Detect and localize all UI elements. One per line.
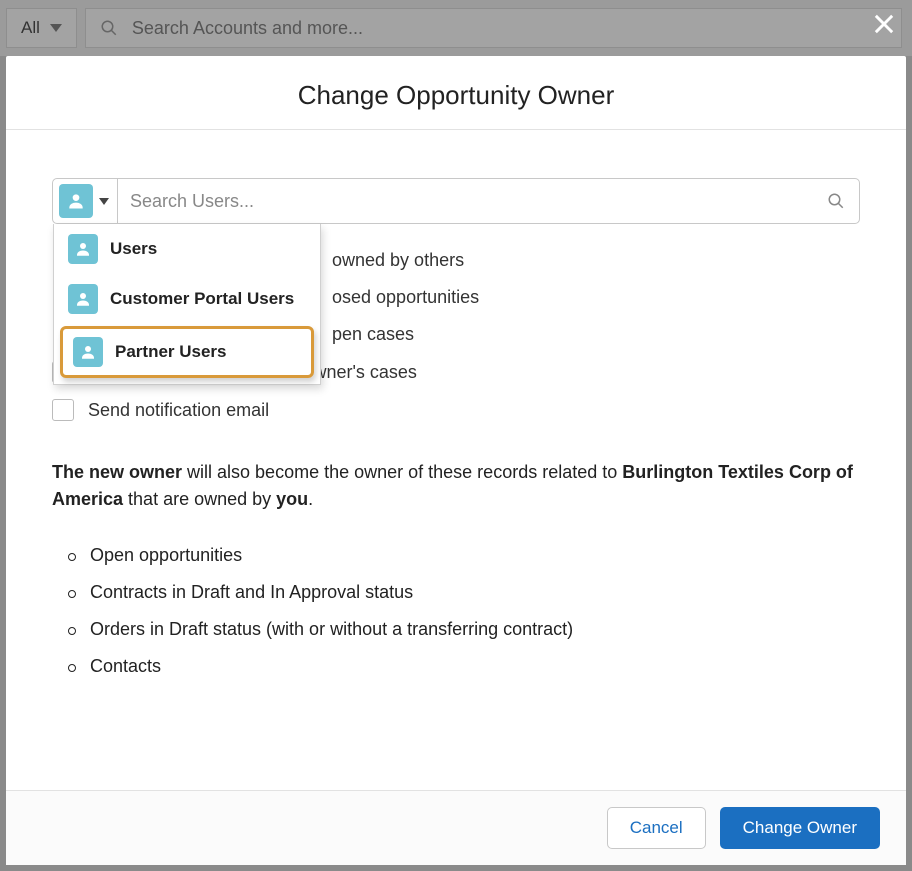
person-icon — [59, 184, 93, 218]
object-filter-dropdown[interactable]: All — [6, 8, 77, 48]
dropdown-item-customer-portal-users[interactable]: Customer Portal Users — [54, 274, 320, 324]
person-icon — [73, 337, 103, 367]
object-filter-label: All — [21, 18, 40, 38]
checkbox-row-notification[interactable]: Send notification email — [52, 391, 860, 429]
checkbox-label: Send notification email — [88, 400, 269, 421]
close-icon[interactable] — [870, 10, 898, 43]
user-type-dropdown: Users Customer Portal Users Partner User… — [53, 224, 321, 385]
cancel-button[interactable]: Cancel — [607, 807, 706, 849]
owner-search-row: Users Customer Portal Users Partner User… — [52, 178, 860, 224]
user-type-picker[interactable] — [53, 179, 118, 223]
desc-mid1: will also become the owner of these reco… — [182, 462, 622, 482]
chevron-down-icon — [50, 24, 62, 32]
dropdown-item-users[interactable]: Users — [54, 224, 320, 274]
dropdown-item-label: Customer Portal Users — [110, 289, 294, 309]
person-icon — [68, 284, 98, 314]
chevron-down-icon — [99, 198, 109, 205]
dropdown-item-partner-users[interactable]: Partner Users — [60, 326, 314, 378]
desc-you: you — [276, 489, 308, 509]
modal-title: Change Opportunity Owner — [6, 56, 906, 130]
modal-footer: Cancel Change Owner — [6, 790, 906, 865]
checkbox-label: pen cases — [332, 324, 414, 345]
person-icon — [68, 234, 98, 264]
search-icon — [100, 19, 118, 37]
list-item: Contacts — [62, 648, 860, 685]
related-records-list: Open opportunities Contracts in Draft an… — [52, 537, 860, 685]
global-header: All Search Accounts and more... — [0, 0, 912, 56]
checkbox[interactable] — [52, 399, 74, 421]
list-item: Contracts in Draft and In Approval statu… — [62, 574, 860, 611]
desc-mid2: that are owned by — [123, 489, 276, 509]
desc-lead: The new owner — [52, 462, 182, 482]
change-owner-modal: Change Opportunity Owner Users — [6, 56, 906, 865]
checkbox-label: osed opportunities — [332, 287, 479, 308]
list-item: Open opportunities — [62, 537, 860, 574]
checkbox-label: owned by others — [332, 250, 464, 271]
dropdown-item-label: Partner Users — [115, 342, 227, 362]
change-owner-button[interactable]: Change Owner — [720, 807, 880, 849]
owner-search-input[interactable] — [118, 179, 813, 223]
list-item: Orders in Draft status (with or without … — [62, 611, 860, 648]
global-search-placeholder: Search Accounts and more... — [132, 18, 363, 39]
transfer-description: The new owner will also become the owner… — [52, 459, 860, 513]
modal-body: Users Customer Portal Users Partner User… — [6, 130, 906, 790]
dropdown-item-label: Users — [110, 239, 157, 259]
global-search[interactable]: Search Accounts and more... — [85, 8, 902, 48]
search-icon[interactable] — [813, 179, 859, 223]
desc-tail: . — [308, 489, 313, 509]
